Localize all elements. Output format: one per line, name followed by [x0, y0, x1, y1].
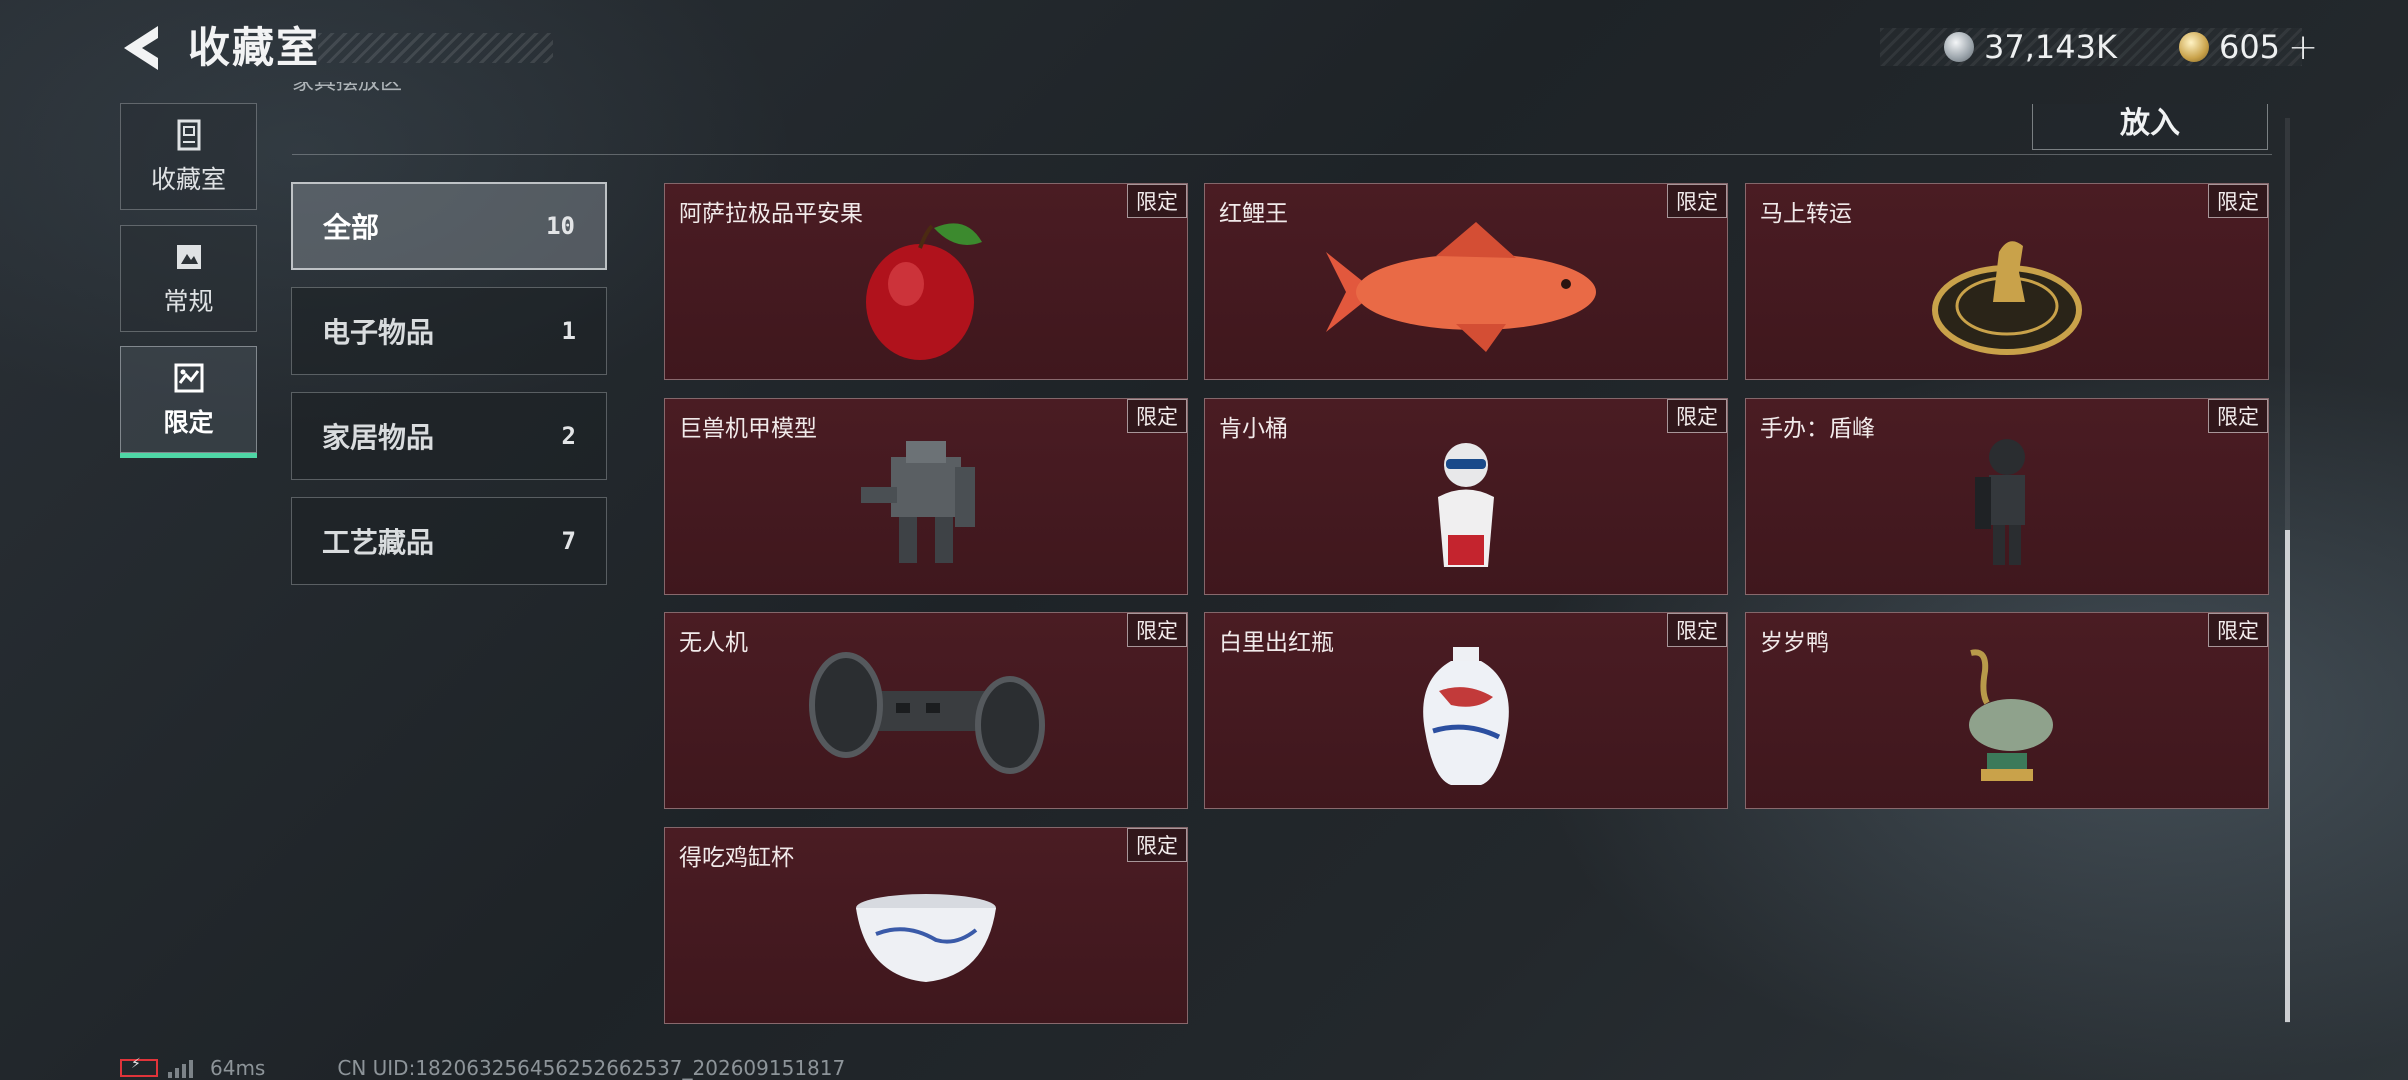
category-all[interactable]: 全部 10: [291, 182, 607, 270]
currency-gold[interactable]: 605 +: [2178, 27, 2318, 68]
drone-icon: [809, 652, 1045, 774]
limited-tag: 限定: [1127, 184, 1187, 218]
silver-value: 37,143K: [1984, 28, 2117, 66]
gold-coin-icon: [2178, 32, 2209, 62]
section-divider: [292, 154, 2272, 155]
carp-fish-icon: [1326, 222, 1596, 352]
limited-tag: 限定: [1667, 399, 1727, 433]
horse-wheel-icon: [1932, 241, 2082, 355]
limited-tag: 限定: [1127, 613, 1187, 647]
nav-tab-label: 限定: [163, 407, 214, 437]
item-card-vase[interactable]: 白里出红瓶 限定: [1204, 612, 1728, 809]
limited-icon: [174, 363, 203, 392]
item-card-apple[interactable]: 阿萨拉极品平安果 限定: [664, 183, 1188, 380]
collection-room-icon: [177, 119, 200, 150]
porcelain-vase-icon: [1423, 647, 1509, 785]
item-name: 阿萨拉极品平安果: [679, 201, 863, 227]
category-name: 家居物品: [322, 421, 435, 454]
category-name: 工艺藏品: [322, 526, 435, 559]
gold-value: 605: [2218, 28, 2281, 66]
battery-icon: [120, 1056, 158, 1077]
uid-text: CN UID:1820632564562526625​37_2026091518…: [337, 1056, 846, 1080]
item-card-duck[interactable]: 岁岁鸭 限定: [1745, 612, 2269, 809]
section-label: 家具摆放区: [292, 82, 403, 95]
category-name: 全部: [323, 211, 380, 244]
item-card-cup[interactable]: 得吃鸡缸杯 限定: [664, 827, 1188, 1024]
page-title: 收藏室: [188, 23, 321, 72]
item-name: 巨兽机甲模型: [679, 416, 817, 442]
apple-icon: [866, 223, 982, 360]
item-name: 得吃鸡缸杯: [679, 845, 794, 871]
item-card-horse-wheel[interactable]: 马上转运 限定: [1745, 183, 2269, 380]
category-count: 2: [561, 422, 576, 450]
duck-statue-icon: [1969, 649, 2053, 781]
item-name: 手办：盾峰: [1760, 416, 1875, 442]
back-arrow-icon: [124, 26, 158, 70]
category-craft[interactable]: 工艺藏品 7: [291, 497, 607, 585]
item-name: 无人机: [679, 630, 748, 656]
signal-icon: [168, 1058, 196, 1078]
nav-tab-collection-room[interactable]: 收藏室: [120, 103, 257, 210]
soldier-figure-icon: [1975, 439, 2025, 565]
regular-icon: [176, 244, 201, 269]
limited-tag: 限定: [1127, 399, 1187, 433]
status-bar: 64ms CN UID:1820632564562526625​37_20260…: [120, 1056, 845, 1080]
item-card-mech[interactable]: 巨兽机甲模型 限定: [664, 398, 1188, 595]
item-name: 红鲤王: [1219, 201, 1288, 227]
item-card-bucket-figure[interactable]: 肯小桶 限定: [1204, 398, 1728, 595]
nav-tab-regular[interactable]: 常规: [120, 225, 257, 332]
bucket-figure-icon: [1438, 443, 1494, 567]
mech-model-icon: [861, 441, 975, 563]
item-name: 岁岁鸭: [1760, 630, 1829, 656]
item-card-carp[interactable]: 红鲤王 限定: [1204, 183, 1728, 380]
silver-coin-icon: [1944, 32, 1974, 62]
category-electronics[interactable]: 电子物品 1: [291, 287, 607, 375]
item-name: 白里出红瓶: [1219, 630, 1334, 656]
ping-value: 64ms: [210, 1056, 266, 1080]
limited-tag: 限定: [2208, 184, 2268, 218]
category-name: 电子物品: [322, 316, 435, 349]
limited-tag: 限定: [1667, 613, 1727, 647]
category-count: 7: [561, 527, 576, 555]
category-count: 1: [561, 317, 576, 345]
limited-tag: 限定: [2208, 399, 2268, 433]
item-card-drone[interactable]: 无人机 限定: [664, 612, 1188, 809]
limited-tag: 限定: [2208, 613, 2268, 647]
currency-silver: 37,143K: [1944, 28, 2117, 66]
item-name: 马上转运: [1760, 201, 1852, 227]
category-count: 10: [546, 212, 575, 240]
currency-bar: 37,143K 605 +: [1880, 27, 2318, 68]
add-currency-button[interactable]: +: [2288, 27, 2318, 68]
limited-tag: 限定: [1667, 184, 1727, 218]
category-home[interactable]: 家居物品 2: [291, 392, 607, 480]
porcelain-cup-icon: [856, 894, 996, 982]
item-card-soldier-figure[interactable]: 手办：盾峰 限定: [1745, 398, 2269, 595]
nav-tab-label: 收藏室: [150, 164, 226, 194]
item-name: 肯小桶: [1219, 416, 1288, 442]
nav-tab-label: 常规: [163, 286, 214, 316]
limited-tag: 限定: [1127, 828, 1187, 862]
place-button[interactable]: 放入: [2032, 104, 2268, 150]
back-button[interactable]: [118, 22, 166, 74]
scrollbar-thumb[interactable]: [2285, 530, 2290, 1022]
nav-tab-limited[interactable]: 限定: [120, 346, 257, 458]
title-stripe-decoration: [318, 33, 553, 63]
